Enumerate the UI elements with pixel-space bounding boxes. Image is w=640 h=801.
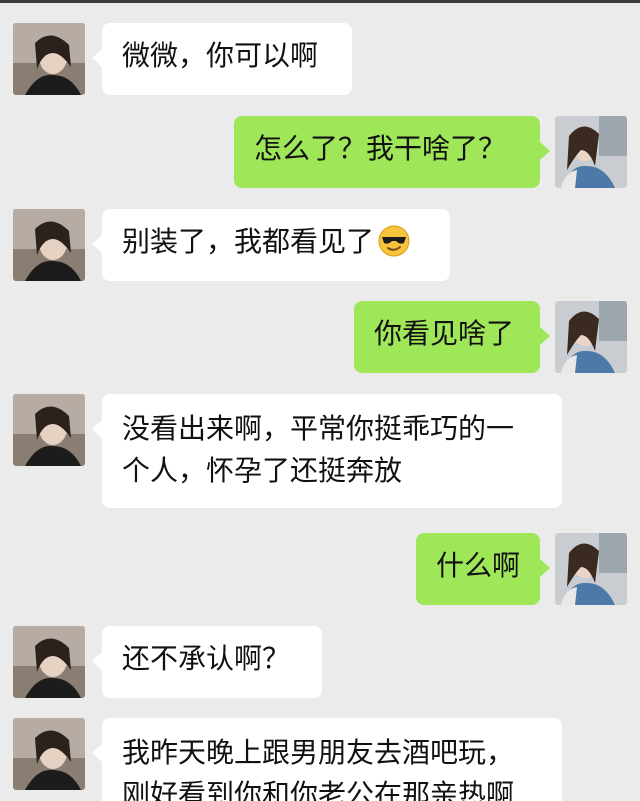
self-avatar[interactable]	[555, 533, 627, 605]
message-bubble-incoming[interactable]: 没看出来啊，平常你挺乖巧的一 个人，怀孕了还挺奔放	[92, 394, 562, 508]
message-text-line: 个人，怀孕了还挺奔放	[122, 454, 403, 487]
self-avatar[interactable]	[555, 116, 627, 188]
message-text-line: 没看出来啊，平常你挺乖巧的一	[122, 412, 515, 445]
contact-avatar[interactable]	[13, 718, 85, 790]
message-text: 怎么了？我干啥了？	[254, 132, 507, 165]
message-bubble-outgoing[interactable]: 怎么了？我干啥了？	[234, 116, 550, 188]
message-bubble-incoming[interactable]: 还不承认啊？	[92, 626, 322, 698]
message-bubble-outgoing[interactable]: 什么啊	[416, 533, 550, 605]
message-text: 你看见啥了	[374, 317, 515, 350]
message-text: 还不承认啊？	[122, 642, 291, 675]
contact-avatar[interactable]	[13, 209, 85, 281]
message-text: 什么啊	[436, 549, 521, 582]
contact-avatar[interactable]	[13, 23, 85, 95]
message-bubble-outgoing[interactable]: 你看见啥了	[354, 301, 550, 373]
message-text: 别装了，我都看见了	[122, 225, 375, 258]
message-bubble-incoming[interactable]: 我昨天晚上跟男朋友去酒吧玩， 刚好看到你和你老公在那亲热啊	[92, 718, 562, 801]
message-bubble-incoming[interactable]: 微微，你可以啊	[92, 23, 352, 95]
message-text: 微微，你可以啊	[122, 39, 319, 72]
message-bubble-incoming[interactable]: 别装了，我都看见了	[92, 209, 450, 281]
contact-avatar[interactable]	[13, 394, 85, 466]
message-text-line: 刚好看到你和你老公在那亲热啊	[122, 778, 515, 801]
self-avatar[interactable]	[555, 301, 627, 373]
contact-avatar[interactable]	[13, 626, 85, 698]
sunglasses-emoji-icon	[378, 225, 410, 257]
message-text-line: 我昨天晚上跟男朋友去酒吧玩，	[122, 736, 515, 769]
status-bar-edge	[0, 0, 640, 3]
